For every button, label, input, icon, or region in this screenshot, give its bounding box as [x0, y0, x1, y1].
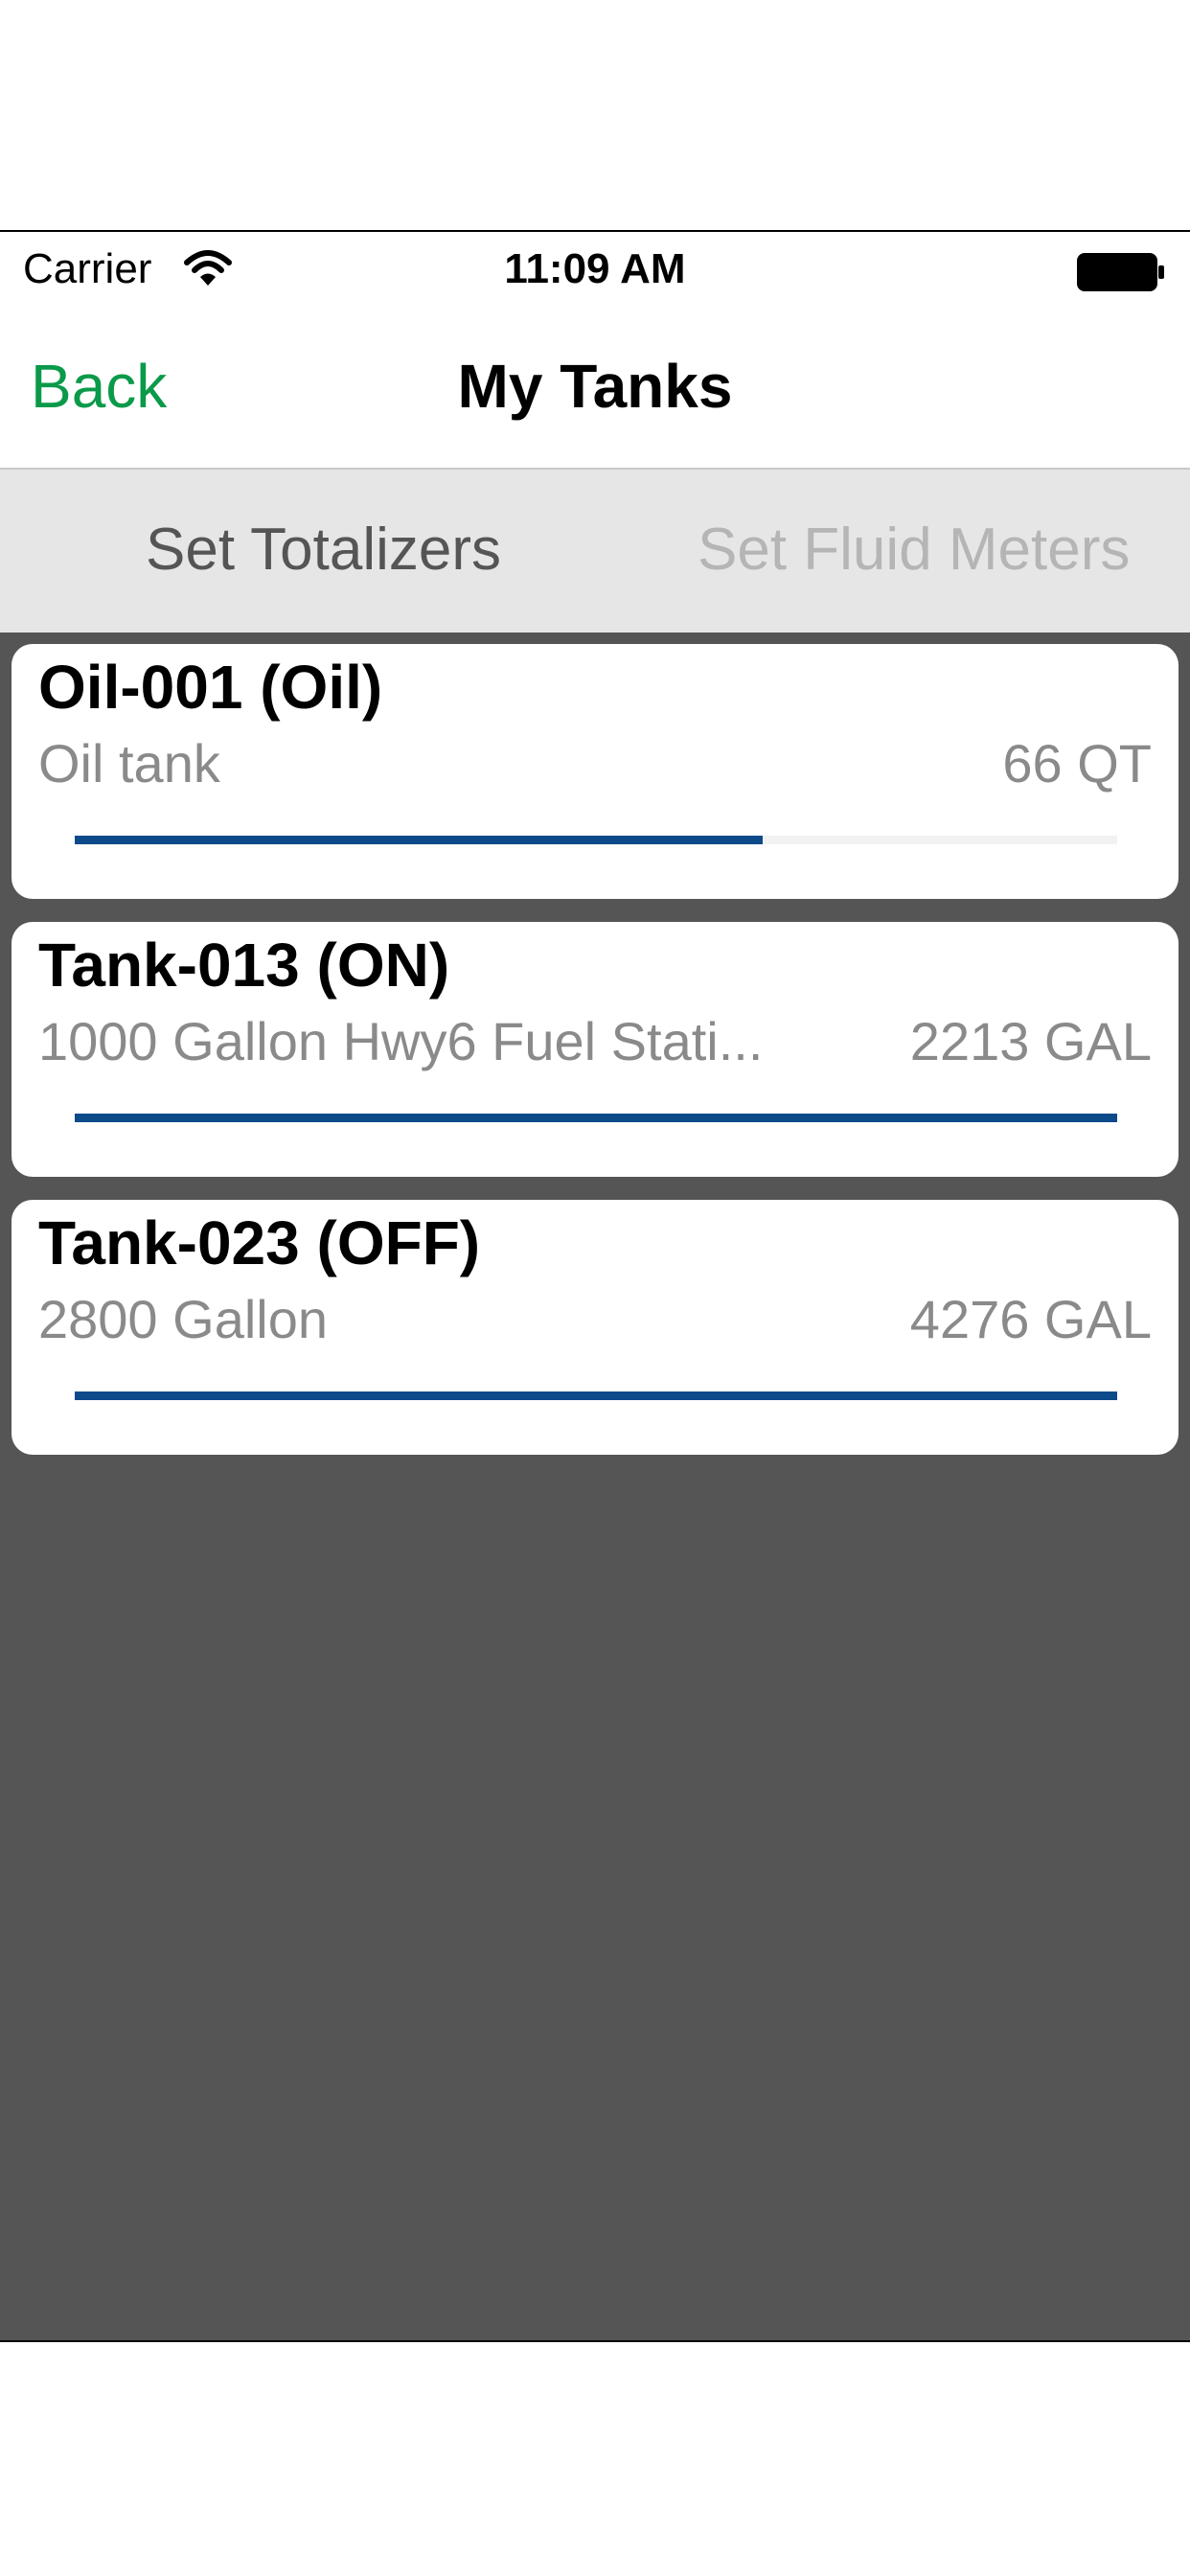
tank-name: Tank-013 (ON): [38, 931, 450, 1000]
segment-tabs: Set Totalizers Set Fluid Meters: [0, 470, 1190, 632]
tab-set-fluid-meters[interactable]: Set Fluid Meters: [698, 516, 1130, 584]
battery-icon: [1077, 253, 1164, 291]
status-bar: Carrier 11:09 AM: [0, 232, 1190, 309]
back-button[interactable]: Back: [31, 351, 167, 422]
tank-card[interactable]: Tank-023 (OFF) 2800 Gallon 4276 GAL: [11, 1200, 1179, 1455]
tank-description: 1000 Gallon Hwy6 Fuel Stati...: [38, 1011, 764, 1071]
tank-quantity: 66 QT: [1002, 733, 1152, 794]
navigation-bar: Back My Tanks: [0, 309, 1190, 470]
tank-level-bar: [75, 1114, 1117, 1122]
tank-card[interactable]: Tank-013 (ON) 1000 Gallon Hwy6 Fuel Stat…: [11, 922, 1179, 1177]
app-screen: Carrier 11:09 AM Back My Tanks Set Total…: [0, 230, 1190, 2342]
tank-description: 2800 Gallon: [38, 1289, 329, 1349]
tab-set-totalizers[interactable]: Set Totalizers: [146, 516, 501, 584]
tank-list: Oil-001 (Oil) Oil tank 66 QT Tank-013 (O…: [0, 632, 1190, 2340]
tank-quantity: 4276 GAL: [909, 1289, 1152, 1349]
tank-quantity: 2213 GAL: [909, 1011, 1152, 1071]
tank-level-fill: [75, 1392, 1117, 1400]
page-title: My Tanks: [457, 352, 733, 421]
tank-description: Oil tank: [38, 733, 220, 794]
tank-level-bar: [75, 1392, 1117, 1400]
tank-name: Tank-023 (OFF): [38, 1208, 481, 1277]
tank-name: Oil-001 (Oil): [38, 653, 383, 722]
tank-level-fill: [75, 836, 764, 844]
tank-level-fill: [75, 1114, 1117, 1122]
tank-card[interactable]: Oil-001 (Oil) Oil tank 66 QT: [11, 644, 1179, 899]
status-time: 11:09 AM: [504, 245, 686, 292]
tank-level-bar: [75, 836, 1117, 844]
